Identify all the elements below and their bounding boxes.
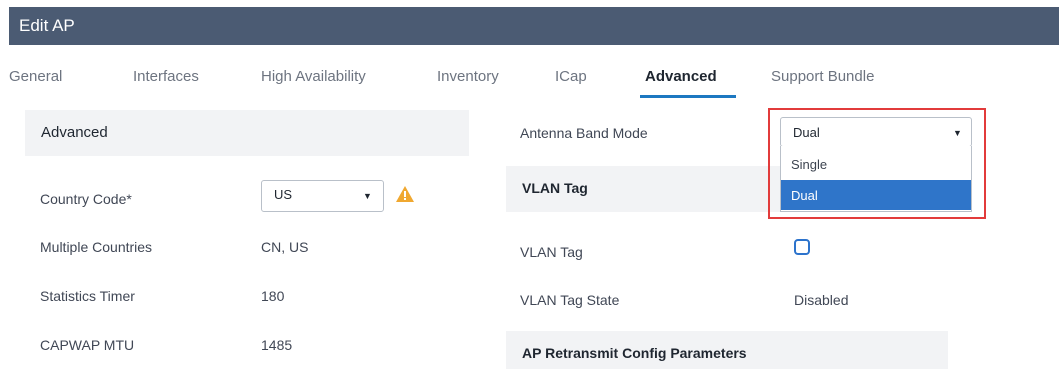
highlight-box xyxy=(768,108,986,219)
vlan-tag-checkbox[interactable] xyxy=(794,239,810,255)
vlan-tag-state-value: Disabled xyxy=(794,292,849,308)
retransmit-section-header: AP Retransmit Config Parameters xyxy=(506,331,948,369)
multiple-countries-value: CN, US xyxy=(261,239,309,255)
tab-support-bundle[interactable]: Support Bundle xyxy=(771,68,874,85)
caret-down-icon: ▼ xyxy=(363,191,372,201)
tab-interfaces[interactable]: Interfaces xyxy=(133,68,199,85)
tab-advanced[interactable]: Advanced xyxy=(645,68,717,85)
capwap-mtu-value: 1485 xyxy=(261,337,293,353)
advanced-section-header: Advanced xyxy=(25,110,469,156)
statistics-timer-label: Statistics Timer xyxy=(40,288,135,304)
capwap-mtu-label: CAPWAP MTU xyxy=(40,337,135,353)
tab-high-availability[interactable]: High Availability xyxy=(261,68,366,85)
country-code-value: US xyxy=(274,187,293,202)
vlan-tag-label: VLAN Tag xyxy=(520,244,583,260)
country-code-select[interactable]: US ▼ xyxy=(261,180,384,212)
statistics-timer-value: 180 xyxy=(261,288,285,304)
tab-icap[interactable]: ICap xyxy=(555,68,587,85)
tab-general[interactable]: General xyxy=(9,68,62,85)
active-tab-indicator xyxy=(640,95,736,98)
vlan-section-title: VLAN Tag xyxy=(522,180,588,196)
tab-inventory[interactable]: Inventory xyxy=(437,68,499,85)
window-title: Edit AP xyxy=(19,16,75,35)
vlan-tag-state-label: VLAN Tag State xyxy=(520,292,620,308)
retransmit-section-title: AP Retransmit Config Parameters xyxy=(522,345,747,361)
title-bar: Edit AP xyxy=(9,7,1059,45)
antenna-band-mode-label: Antenna Band Mode xyxy=(520,125,648,141)
country-code-label: Country Code* xyxy=(40,191,132,207)
advanced-section-title: Advanced xyxy=(41,124,108,141)
tab-bar: General Interfaces High Availability Inv… xyxy=(9,45,1059,101)
warning-triangle-icon xyxy=(395,185,415,208)
multiple-countries-label: Multiple Countries xyxy=(40,239,153,255)
